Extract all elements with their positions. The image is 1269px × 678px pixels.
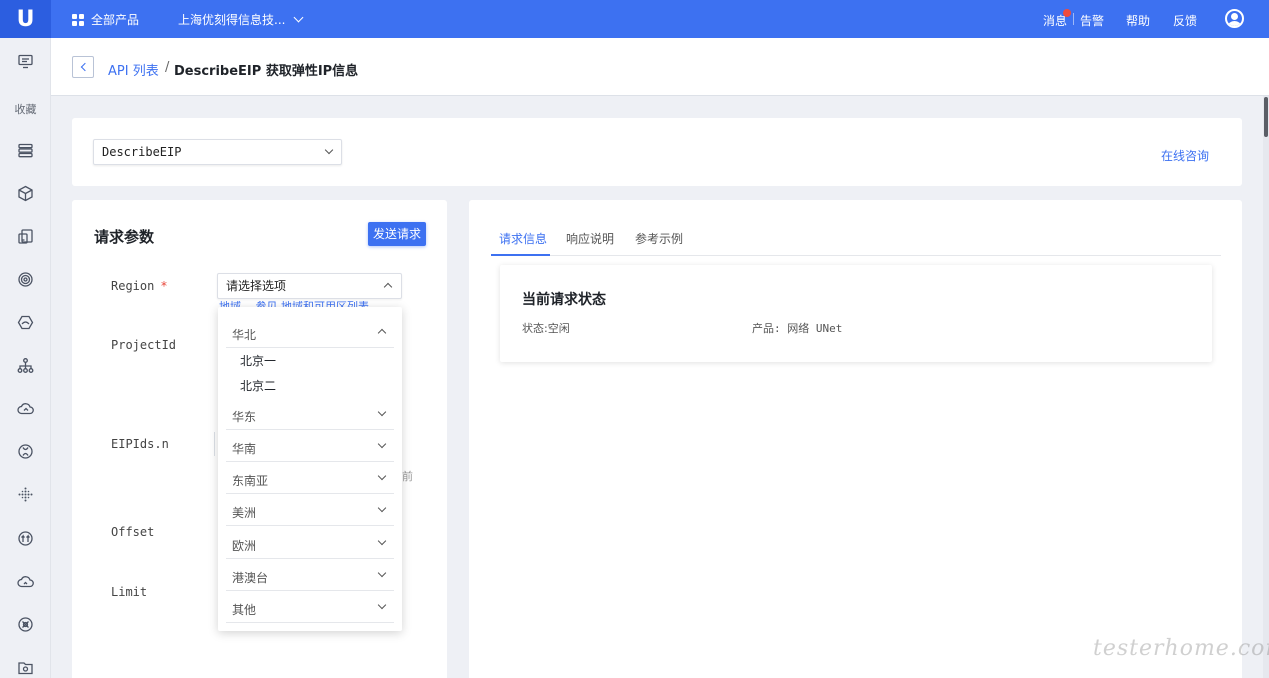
cloud-upload-icon[interactable] bbox=[17, 573, 34, 590]
info-tabs: 请求信息 响应说明 参考示例 bbox=[491, 230, 1221, 256]
back-button[interactable] bbox=[72, 56, 94, 78]
tab-response-description[interactable]: 响应说明 bbox=[566, 230, 614, 247]
chevron-down-icon bbox=[377, 536, 387, 546]
folder-storage-icon[interactable] bbox=[17, 659, 34, 676]
chevron-down-icon bbox=[377, 439, 387, 449]
region-group-huabei[interactable]: 华北 bbox=[226, 317, 394, 348]
topology-icon[interactable] bbox=[17, 357, 34, 374]
user-avatar-icon[interactable] bbox=[1225, 9, 1244, 28]
breadcrumb-api-list-link[interactable]: API 列表 bbox=[108, 60, 159, 79]
online-consult-link[interactable]: 在线咨询 bbox=[1161, 147, 1209, 164]
required-marker: * bbox=[160, 279, 168, 293]
cube-icon[interactable] bbox=[17, 185, 34, 202]
logo-letter: U bbox=[16, 6, 35, 32]
hexagon-network-icon[interactable] bbox=[17, 314, 34, 331]
param-label-offset: Offset bbox=[111, 525, 155, 539]
param-label-limit: Limit bbox=[111, 585, 148, 599]
param-label-projectid: ProjectId bbox=[111, 338, 177, 352]
api-selector-card: DescribeEIP 在线咨询 bbox=[72, 118, 1242, 186]
api-select-value: DescribeEIP bbox=[102, 145, 182, 159]
server-list-icon[interactable] bbox=[17, 142, 34, 159]
eipids-input-edge bbox=[214, 432, 217, 456]
region-dropdown: 华北 北京一 北京二 华东 华南 东南亚 美洲 欧洲 港澳台 其他 bbox=[218, 307, 402, 631]
region-option-beijing-2[interactable]: 北京二 bbox=[240, 377, 276, 394]
region-select-placeholder: 请选择选项 bbox=[226, 279, 287, 293]
breadcrumb-separator: / bbox=[165, 60, 170, 75]
chevron-up-icon bbox=[383, 282, 393, 292]
chevron-up-icon bbox=[377, 328, 387, 338]
breadcrumb: API 列表 / DescribeEIP 获取弹性IP信息 bbox=[51, 38, 1269, 96]
page-title: DescribeEIP 获取弹性IP信息 bbox=[174, 64, 359, 79]
chevron-down-icon bbox=[377, 407, 387, 417]
page-scrollbar-thumb[interactable] bbox=[1264, 97, 1268, 137]
watermark: testerhome.com bbox=[1093, 636, 1269, 661]
alerts-link[interactable]: 告警 bbox=[1080, 12, 1104, 29]
status-value: 状态:空闲 bbox=[522, 322, 570, 335]
all-products-label: 全部产品 bbox=[91, 13, 140, 27]
company-name: 上海优刻得信息技... bbox=[178, 13, 286, 27]
chevron-down-icon bbox=[377, 568, 387, 578]
disk-icon[interactable] bbox=[17, 228, 34, 245]
status-title: 当前请求状态 bbox=[522, 292, 606, 308]
param-label-eipids: EIPIds.n bbox=[111, 437, 169, 451]
page-scrollbar-track[interactable] bbox=[1263, 96, 1269, 678]
region-select[interactable]: 请选择选项 bbox=[217, 273, 402, 299]
region-group-southeast-asia[interactable]: 东南亚 bbox=[226, 463, 394, 494]
chevron-down-icon bbox=[377, 600, 387, 610]
divider bbox=[1073, 13, 1074, 25]
region-group-huanan[interactable]: 华南 bbox=[226, 431, 394, 462]
api-select[interactable]: DescribeEIP bbox=[93, 139, 342, 165]
send-request-button[interactable]: 发送请求 bbox=[368, 222, 426, 246]
help-link[interactable]: 帮助 bbox=[1126, 12, 1150, 29]
region-group-hk-macao-taiwan[interactable]: 港澳台 bbox=[226, 560, 394, 591]
request-params-card: 请求参数 发送请求 Region * ProjectId EIPIds.n Off… bbox=[72, 200, 447, 678]
cloud-sync-icon[interactable] bbox=[17, 400, 34, 417]
sidebar: 收藏 bbox=[0, 38, 51, 678]
tab-request-info[interactable]: 请求信息 bbox=[499, 230, 547, 247]
response-panel: 请求信息 响应说明 参考示例 当前请求状态 状态:空闲 产品: 网络 UNet bbox=[469, 200, 1242, 678]
hint-fragment: 前 bbox=[402, 470, 413, 483]
ucloud-logo[interactable]: U bbox=[0, 0, 51, 38]
request-params-title: 请求参数 bbox=[94, 228, 155, 246]
active-tab-indicator bbox=[491, 254, 550, 256]
grid-icon bbox=[72, 13, 84, 26]
request-status-box: 当前请求状态 状态:空闲 产品: 网络 UNet bbox=[500, 265, 1212, 362]
region-group-other[interactable]: 其他 bbox=[226, 592, 394, 623]
all-products-menu[interactable]: 全部产品 bbox=[72, 11, 139, 28]
top-nav-bar: U 全部产品 上海优刻得信息技... 消息 告警 帮助 反馈 bbox=[0, 0, 1269, 38]
param-label-region: Region * bbox=[111, 279, 168, 293]
monitor-icon[interactable] bbox=[17, 53, 34, 70]
feedback-link[interactable]: 反馈 bbox=[1173, 12, 1197, 29]
chevron-down-icon bbox=[377, 471, 387, 481]
compass-icon[interactable] bbox=[17, 616, 34, 633]
sparkle-dots-icon[interactable] bbox=[17, 486, 34, 503]
region-group-americas[interactable]: 美洲 bbox=[226, 495, 394, 526]
region-group-huadong[interactable]: 华东 bbox=[226, 399, 394, 430]
chevron-down-icon bbox=[377, 503, 387, 513]
chevron-left-icon bbox=[80, 62, 89, 72]
favorites-label: 收藏 bbox=[14, 103, 37, 116]
target-icon[interactable] bbox=[17, 271, 34, 288]
chevron-down-icon bbox=[294, 12, 304, 23]
tab-reference-examples[interactable]: 参考示例 bbox=[635, 230, 683, 247]
company-switcher[interactable]: 上海优刻得信息技... bbox=[178, 11, 304, 28]
product-value: 产品: 网络 UNet bbox=[752, 322, 843, 335]
chevron-down-icon bbox=[324, 145, 334, 155]
region-group-europe[interactable]: 欧洲 bbox=[226, 528, 394, 559]
notification-dot bbox=[1063, 9, 1071, 17]
circle-x-icon[interactable] bbox=[17, 443, 34, 460]
region-option-beijing-1[interactable]: 北京一 bbox=[240, 352, 276, 369]
gateway-icon[interactable] bbox=[17, 530, 34, 547]
